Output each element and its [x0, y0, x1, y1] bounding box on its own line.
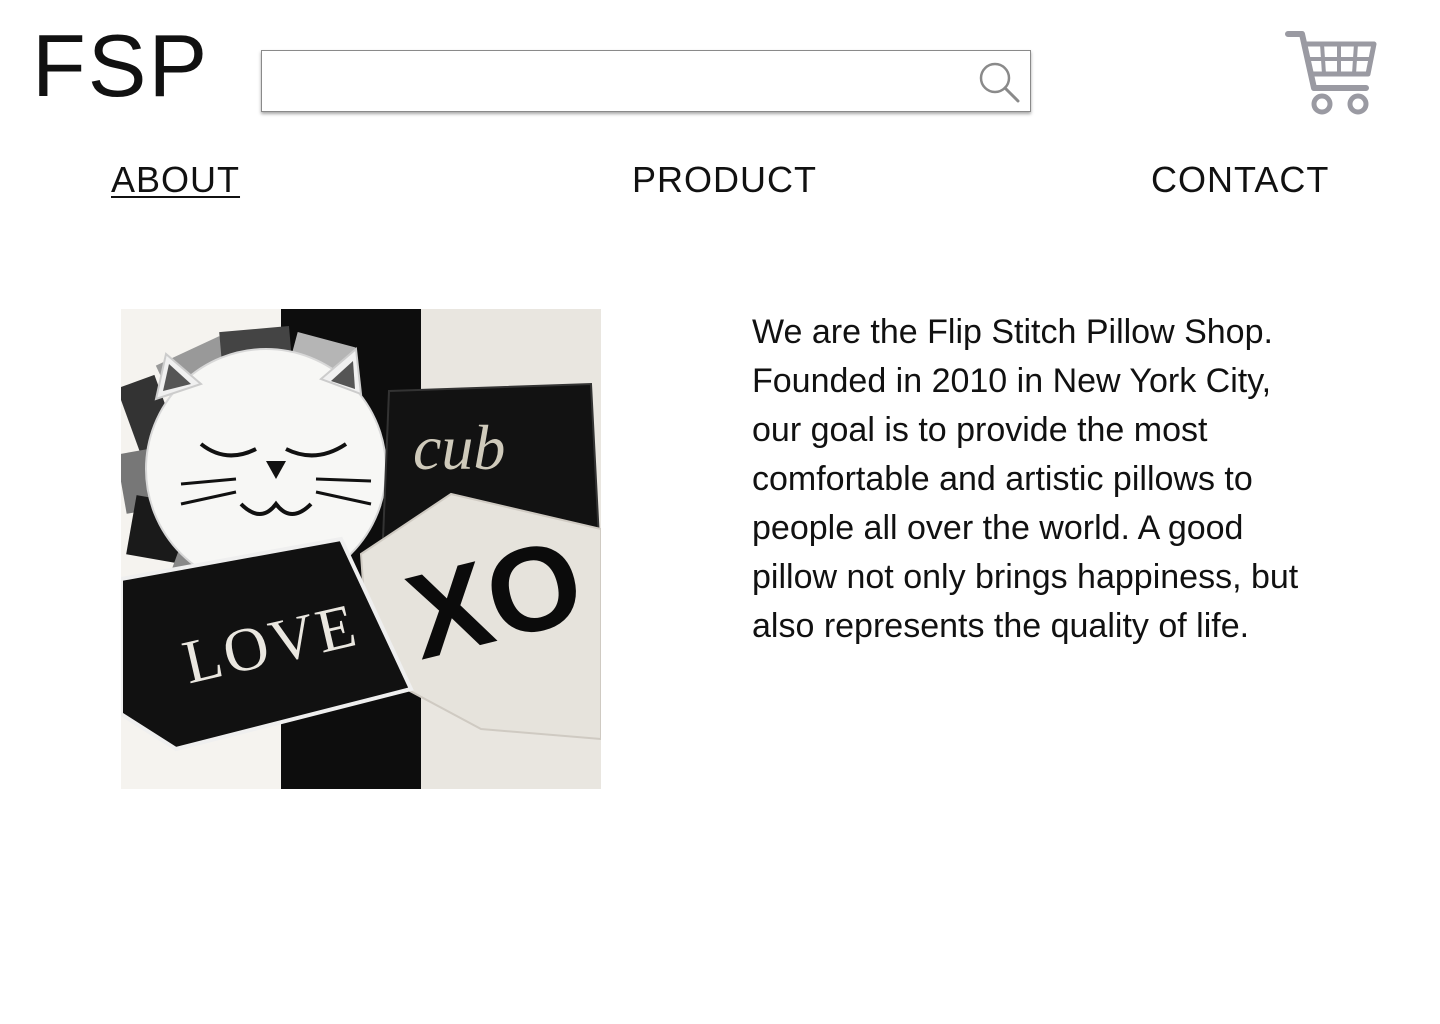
cub-pillow-text: cub: [413, 412, 505, 483]
shopping-cart-icon[interactable]: [1284, 28, 1380, 118]
nav-contact[interactable]: CONTACT: [1151, 158, 1329, 201]
brand-logo[interactable]: FSP: [32, 22, 209, 110]
search-bar[interactable]: [261, 50, 1031, 112]
about-description: We are the Flip Stitch Pillow Shop. Foun…: [752, 313, 1299, 645]
search-input[interactable]: [262, 51, 962, 111]
nav-about[interactable]: ABOUT: [111, 158, 240, 201]
pillow-product-photo: cub XO LOVE: [121, 309, 601, 789]
nav-product[interactable]: PRODUCT: [632, 158, 817, 201]
pillow-photo-illustration: cub XO LOVE: [121, 309, 601, 789]
search-icon[interactable]: [976, 59, 1022, 105]
